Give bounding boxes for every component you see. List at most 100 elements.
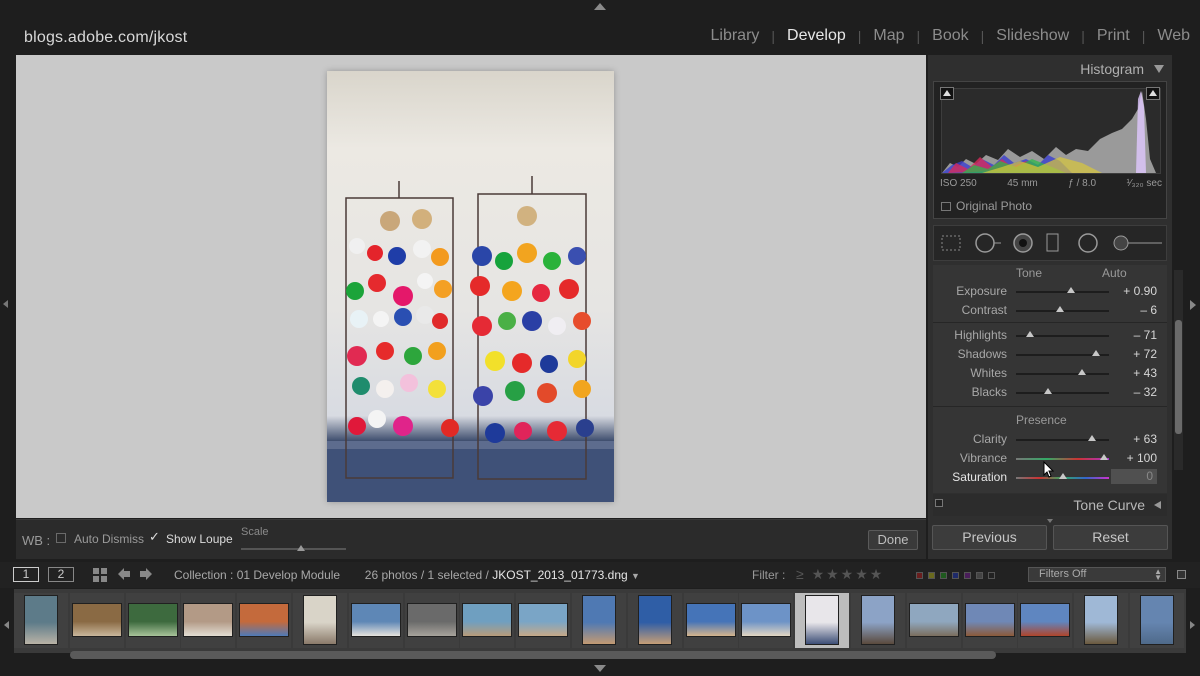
filmstrip-cell[interactable] bbox=[516, 593, 571, 648]
filmstrip-cell[interactable] bbox=[795, 593, 850, 648]
slider-value[interactable]: + 72 bbox=[1133, 347, 1157, 361]
filmstrip-cell[interactable] bbox=[348, 593, 403, 648]
histogram-header[interactable]: Histogram bbox=[928, 55, 1172, 79]
auto-dismiss-checkbox[interactable] bbox=[56, 533, 66, 543]
forward-arrow-icon[interactable] bbox=[139, 567, 153, 581]
filter-lock-icon[interactable] bbox=[1177, 570, 1186, 579]
right-panel-scrollbar[interactable] bbox=[1175, 320, 1182, 434]
filmstrip-cell[interactable] bbox=[460, 593, 515, 648]
adjustment-brush-icon[interactable] bbox=[1112, 233, 1164, 253]
slider-thumb[interactable] bbox=[1066, 287, 1075, 293]
slider-thumb[interactable] bbox=[1088, 435, 1097, 441]
filmstrip-thumbnail[interactable] bbox=[303, 595, 337, 645]
filmstrip-cell[interactable] bbox=[181, 593, 236, 648]
filmstrip-scroll-left-icon[interactable] bbox=[4, 621, 9, 629]
graduated-filter-icon[interactable] bbox=[1046, 232, 1060, 254]
slider-value[interactable]: + 43 bbox=[1133, 366, 1157, 380]
filmstrip-cell[interactable] bbox=[293, 593, 347, 648]
grid-view-icon[interactable] bbox=[93, 568, 107, 582]
slider-thumb[interactable] bbox=[1078, 369, 1087, 375]
slider-value[interactable]: + 63 bbox=[1133, 432, 1157, 446]
slider-thumb[interactable] bbox=[1091, 350, 1100, 356]
filmstrip-thumbnail[interactable] bbox=[462, 603, 513, 637]
slider-track[interactable] bbox=[1016, 458, 1109, 460]
done-button[interactable]: Done bbox=[868, 530, 918, 550]
filmstrip-thumbnail[interactable] bbox=[1084, 595, 1119, 645]
slider-track[interactable] bbox=[1016, 392, 1109, 394]
red-label-filter[interactable] bbox=[916, 572, 923, 579]
top-panel-toggle-arrow-icon[interactable] bbox=[594, 3, 606, 10]
filmstrip-cell[interactable] bbox=[14, 593, 68, 648]
filmstrip-thumbnail[interactable] bbox=[183, 603, 234, 637]
shadow-clipping-toggle[interactable] bbox=[940, 87, 954, 100]
purple-label-filter[interactable] bbox=[964, 572, 971, 579]
slider-value[interactable]: – 32 bbox=[1134, 385, 1157, 399]
scale-slider-thumb[interactable] bbox=[297, 545, 305, 551]
no-label-filter[interactable] bbox=[988, 572, 995, 579]
module-library[interactable]: Library bbox=[699, 27, 772, 45]
filmstrip-thumbnail[interactable] bbox=[406, 603, 457, 637]
slider-value[interactable]: + 0.90 bbox=[1123, 284, 1157, 298]
filmstrip-scroll-right-icon[interactable] bbox=[1190, 621, 1195, 629]
previous-button[interactable]: Previous bbox=[932, 525, 1047, 550]
filmstrip-thumbnail[interactable] bbox=[964, 603, 1015, 637]
left-panel-toggle-arrow-icon[interactable] bbox=[3, 300, 8, 308]
module-book[interactable]: Book bbox=[920, 27, 980, 45]
slider-highlights[interactable]: Highlights – 71 bbox=[933, 325, 1167, 344]
filmstrip-thumbnail[interactable] bbox=[239, 603, 290, 637]
slider-whites[interactable]: Whites + 43 bbox=[933, 363, 1167, 382]
source-dropdown-icon[interactable]: ▼ bbox=[631, 571, 640, 581]
filmstrip-thumbnail[interactable] bbox=[24, 595, 58, 645]
tone-curve-header[interactable]: Tone Curve bbox=[933, 494, 1167, 516]
filmstrip-scrollbar[interactable] bbox=[70, 651, 996, 659]
rating-operator[interactable]: ≥ bbox=[796, 566, 806, 582]
filmstrip-cell[interactable] bbox=[69, 593, 124, 648]
filmstrip-cell[interactable] bbox=[404, 593, 459, 648]
filmstrip-source-info[interactable]: Collection : 01 Develop Module 26 photos… bbox=[174, 568, 640, 582]
module-slideshow[interactable]: Slideshow bbox=[984, 27, 1081, 45]
filmstrip-cell[interactable] bbox=[683, 593, 738, 648]
filmstrip-thumbnail[interactable] bbox=[908, 603, 959, 637]
module-develop[interactable]: Develop bbox=[775, 27, 858, 45]
slider-value[interactable]: – 6 bbox=[1140, 303, 1157, 317]
filmstrip-thumbnail[interactable] bbox=[741, 603, 792, 637]
rating-filter[interactable]: ≥ ★★★★★ bbox=[796, 566, 884, 583]
slider-thumb[interactable] bbox=[1058, 473, 1067, 479]
filmstrip-thumbnail[interactable] bbox=[1140, 595, 1174, 645]
slider-thumb[interactable] bbox=[1025, 331, 1034, 337]
filmstrip-cell[interactable] bbox=[739, 593, 794, 648]
right-panel-toggle-arrow-icon[interactable] bbox=[1190, 300, 1196, 310]
filmstrip-cell[interactable] bbox=[627, 593, 682, 648]
scale-slider-track[interactable] bbox=[241, 548, 346, 550]
module-web[interactable]: Web bbox=[1145, 27, 1190, 45]
filmstrip-cell[interactable] bbox=[962, 593, 1017, 648]
blue-label-filter[interactable] bbox=[952, 572, 959, 579]
slider-value[interactable]: + 100 bbox=[1127, 451, 1157, 465]
filmstrip-cell[interactable] bbox=[1074, 593, 1129, 648]
filmstrip-cell[interactable] bbox=[1018, 593, 1073, 648]
red-eye-icon[interactable] bbox=[1012, 232, 1034, 254]
filmstrip-thumbnail[interactable] bbox=[518, 603, 569, 637]
slider-shadows[interactable]: Shadows + 72 bbox=[933, 344, 1167, 363]
checkmark-icon[interactable]: ✓ bbox=[149, 529, 160, 545]
filmstrip-thumbnail[interactable] bbox=[805, 595, 840, 645]
filmstrip-thumbnail[interactable] bbox=[71, 603, 122, 637]
filmstrip-thumbnail[interactable] bbox=[637, 595, 672, 645]
bottom-panel-toggle-arrow-icon[interactable] bbox=[594, 665, 606, 672]
custom-label-filter[interactable] bbox=[976, 572, 983, 579]
filmstrip-cell[interactable] bbox=[237, 593, 292, 648]
filter-preset-select[interactable]: Filters Off ▲ ▼ bbox=[1028, 567, 1166, 582]
filmstrip-cell[interactable] bbox=[851, 593, 905, 648]
spot-removal-icon[interactable] bbox=[974, 232, 1002, 254]
filmstrip-cell[interactable] bbox=[572, 593, 626, 648]
filmstrip-cell[interactable] bbox=[1130, 593, 1184, 648]
secondary-window-button[interactable]: 2 bbox=[48, 567, 74, 582]
slider-track[interactable] bbox=[1016, 373, 1109, 375]
slider-thumb[interactable] bbox=[1043, 388, 1052, 394]
filmstrip-thumbnail[interactable] bbox=[127, 603, 178, 637]
filmstrip-thumbnail[interactable] bbox=[350, 603, 401, 637]
main-photo[interactable] bbox=[327, 71, 614, 502]
back-arrow-icon[interactable] bbox=[117, 567, 131, 581]
reset-button[interactable]: Reset bbox=[1053, 525, 1168, 550]
slider-clarity[interactable]: Clarity + 63 bbox=[933, 429, 1167, 448]
